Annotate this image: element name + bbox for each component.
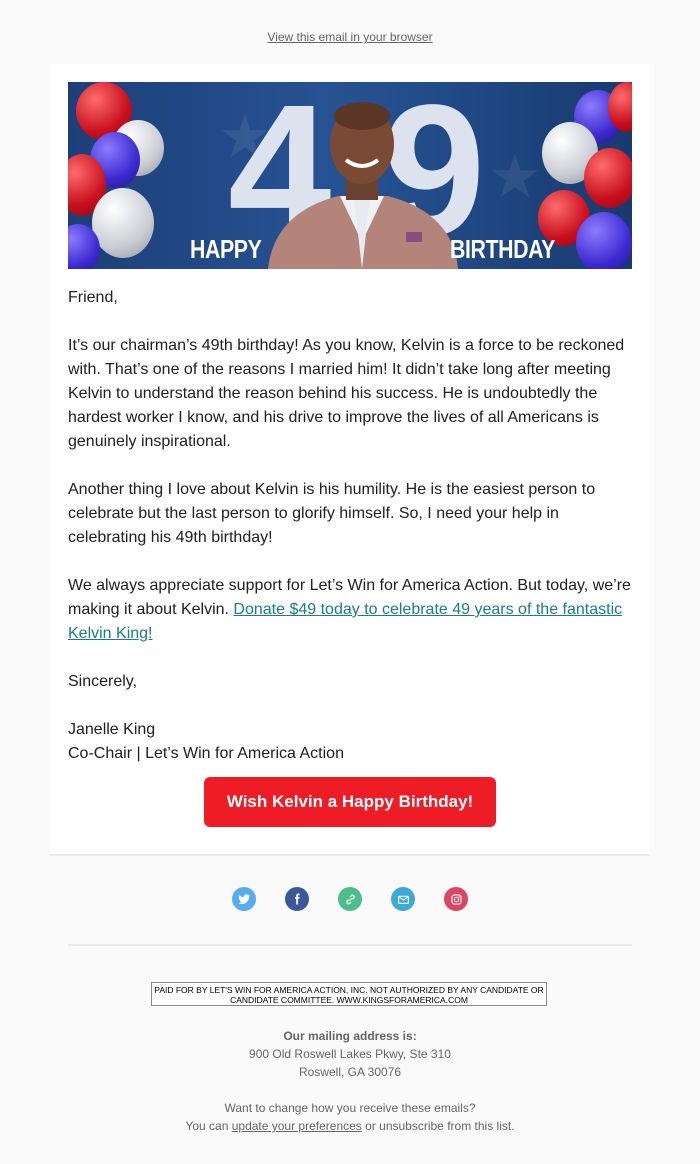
change-prompt: Want to change how you receive these ema… <box>224 1101 476 1115</box>
link-icon[interactable] <box>338 887 362 911</box>
closing: Sincerely, <box>68 673 138 690</box>
view-in-browser-link[interactable]: View this email in your browser <box>267 30 432 44</box>
social-links <box>0 887 700 911</box>
signer-name: Janelle King <box>68 721 156 738</box>
facebook-icon[interactable] <box>285 887 309 911</box>
mailing-address-block: Our mailing address is: 900 Old Roswell … <box>0 1027 700 1081</box>
paragraph-3: We always appreciate support for Let’s W… <box>68 574 632 646</box>
paragraph-1: It’s our chairman’s 49th birthday! As yo… <box>68 337 625 450</box>
paid-for-disclaimer: PAID FOR BY LET'S WIN FOR AMERICA ACTION… <box>151 982 547 1006</box>
twitter-icon[interactable] <box>232 887 256 911</box>
paragraph-2: Another thing I love about Kelvin is his… <box>68 481 596 546</box>
email-icon[interactable] <box>391 887 415 911</box>
letter-body: Friend, It’s our chairman’s 49th birthda… <box>68 286 632 766</box>
banner-birthday-text: BIRTHDAY <box>450 234 555 264</box>
preferences-block: Want to change how you receive these ema… <box>0 1099 700 1135</box>
preferences-prefix: You can <box>185 1119 232 1133</box>
view-in-browser-bar: View this email in your browser <box>0 30 700 44</box>
footer-divider <box>68 944 632 946</box>
signer-title: Co-Chair | Let’s Win for America Action <box>68 745 344 762</box>
address-line-1: 900 Old Roswell Lakes Pkwy, Ste 310 <box>249 1047 451 1061</box>
update-preferences-link[interactable]: update your preferences <box>232 1119 362 1133</box>
banner-happy-text: HAPPY <box>190 234 262 264</box>
preferences-suffix: or unsubscribe from this list. <box>361 1119 515 1133</box>
portrait-image <box>268 102 458 269</box>
mailing-heading: Our mailing address is: <box>283 1029 417 1043</box>
email-card: ★ ★ ★ 4 9 HAPPY BIRT <box>50 64 650 856</box>
greeting: Friend, <box>68 289 118 306</box>
preferences-line: You can update your preferences or unsub… <box>0 1117 700 1135</box>
birthday-banner-image: ★ ★ ★ 4 9 HAPPY BIRT <box>68 82 632 269</box>
address-line-2: Roswell, GA 30076 <box>298 1065 402 1079</box>
wish-happy-birthday-button[interactable]: Wish Kelvin a Happy Birthday! <box>204 777 496 827</box>
instagram-icon[interactable] <box>444 887 468 911</box>
